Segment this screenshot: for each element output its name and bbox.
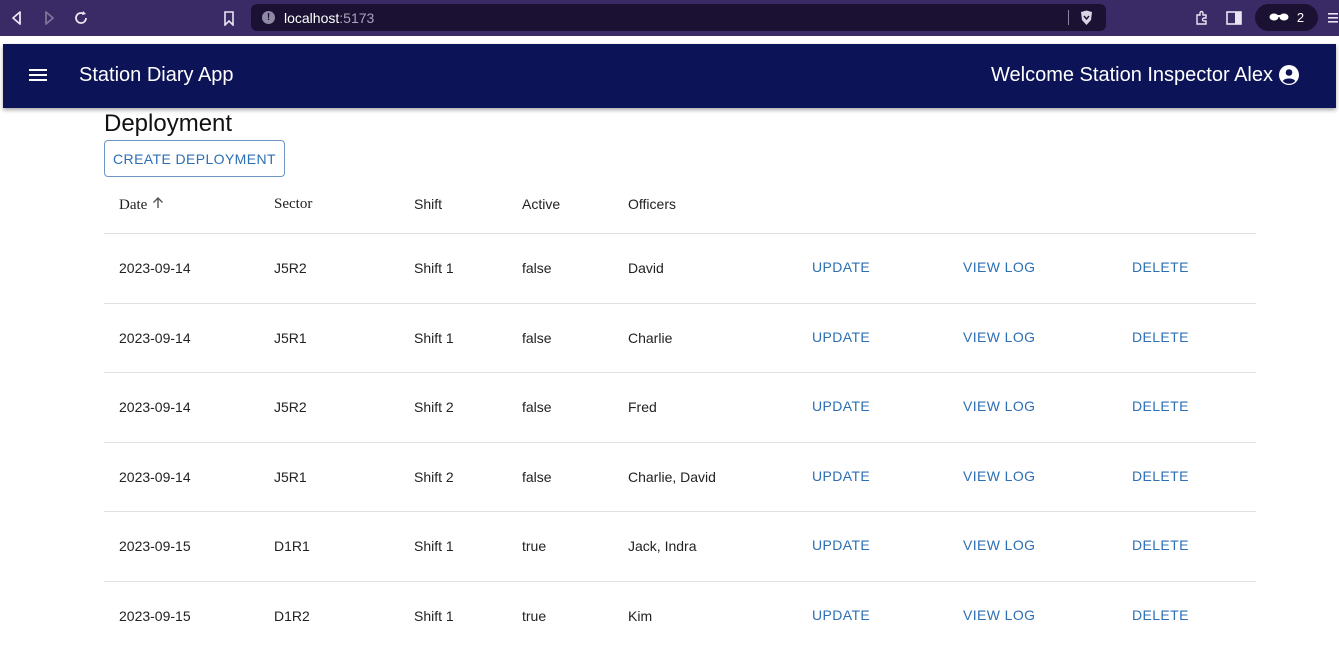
view-log-button[interactable]: VIEW LOG [963, 468, 1035, 484]
table-row: 2023-09-15 D1R1 Shift 1 true Jack, Indra… [104, 512, 1256, 582]
table-header: Date Sector Shift Active Officers [104, 170, 1256, 234]
cell-officers: David [628, 260, 664, 276]
url-port: :5173 [339, 9, 375, 26]
view-log-button[interactable]: VIEW LOG [963, 398, 1035, 414]
cell-shift: Shift 1 [414, 260, 454, 276]
cell-officers: Fred [628, 399, 657, 416]
profile-pill[interactable]: 2 [1255, 4, 1318, 31]
cell-date: 2023-09-14 [119, 399, 191, 416]
table-row: 2023-09-14 J5R1 Shift 2 false Charlie, D… [104, 443, 1256, 513]
update-button[interactable]: UPDATE [812, 537, 870, 553]
delete-button[interactable]: DELETE [1132, 607, 1189, 623]
cell-officers: Charlie, David [628, 468, 716, 485]
sidebar-icon[interactable] [1224, 8, 1244, 28]
cell-date: 2023-09-15 [119, 607, 191, 624]
delete-button[interactable]: DELETE [1132, 468, 1189, 484]
cell-shift: Shift 1 [414, 538, 454, 555]
delete-button[interactable]: DELETE [1132, 259, 1189, 275]
address-bar[interactable]: ! localhost:5173 [251, 4, 1106, 31]
cell-shift: Shift 2 [414, 399, 454, 416]
cell-sector: J5R1 [274, 468, 307, 485]
cell-shift: Shift 1 [414, 607, 454, 624]
url-divider [1068, 10, 1069, 25]
view-log-button[interactable]: VIEW LOG [963, 259, 1035, 275]
update-button[interactable]: UPDATE [812, 468, 870, 484]
bookmark-icon[interactable] [219, 8, 239, 28]
view-log-button[interactable]: VIEW LOG [963, 329, 1035, 345]
table-row: 2023-09-15 D1R2 Shift 1 true Kim UPDATE … [104, 582, 1256, 652]
column-header-active[interactable]: Active [522, 196, 560, 212]
cell-sector: J5R1 [274, 329, 307, 346]
delete-button[interactable]: DELETE [1132, 537, 1189, 553]
column-header-shift[interactable]: Shift [414, 196, 442, 212]
cell-officers: Kim [628, 607, 653, 624]
browser-toolbar: ! localhost:5173 2 [0, 0, 1339, 36]
incognito-icon [1269, 10, 1289, 25]
cell-date: 2023-09-14 [119, 260, 191, 276]
cell-shift: Shift 2 [414, 468, 454, 485]
cell-sector: D1R1 [274, 538, 310, 555]
app-bar: Station Diary App Welcome Station Inspec… [3, 44, 1336, 108]
cell-sector: D1R2 [274, 607, 310, 624]
update-button[interactable]: UPDATE [812, 398, 870, 414]
url-host: localhost [284, 9, 340, 26]
cell-date: 2023-09-14 [119, 329, 191, 346]
column-header-date[interactable]: Date [119, 196, 165, 215]
welcome-message: Welcome Station Inspector Alex [991, 64, 1273, 86]
page-top-gap [0, 36, 1339, 44]
app-title: Station Diary App [79, 64, 234, 86]
info-icon[interactable]: ! [262, 11, 275, 24]
cell-active: true [522, 607, 547, 624]
page-title: Deployment [104, 110, 233, 137]
cell-date: 2023-09-14 [119, 468, 191, 485]
sort-arrow-up-icon[interactable] [151, 196, 165, 215]
table-row: 2023-09-14 J5R2 Shift 1 false David UPDA… [104, 234, 1256, 304]
cell-date: 2023-09-15 [119, 538, 191, 555]
hamburger-menu-icon[interactable] [29, 66, 49, 84]
delete-button[interactable]: DELETE [1132, 329, 1189, 345]
column-header-sector[interactable]: Sector [274, 196, 312, 213]
cell-shift: Shift 1 [414, 329, 454, 346]
cell-active: false [522, 399, 552, 416]
reload-icon[interactable] [71, 8, 91, 28]
delete-button[interactable]: DELETE [1132, 398, 1189, 414]
account-circle-icon[interactable] [1278, 64, 1302, 88]
cell-officers: Jack, Indra [628, 538, 697, 555]
update-button[interactable]: UPDATE [812, 259, 870, 275]
cell-sector: J5R2 [274, 260, 307, 276]
back-icon[interactable] [7, 8, 27, 28]
cell-active: false [522, 260, 552, 276]
column-header-date-label: Date [119, 197, 148, 213]
extensions-icon[interactable] [1192, 8, 1212, 28]
view-log-button[interactable]: VIEW LOG [963, 537, 1035, 553]
cell-active: false [522, 329, 552, 346]
view-log-button[interactable]: VIEW LOG [963, 607, 1035, 623]
browser-menu-icon[interactable] [1327, 8, 1339, 28]
update-button[interactable]: UPDATE [812, 607, 870, 623]
cell-active: false [522, 468, 552, 485]
cell-active: true [522, 538, 547, 555]
profile-count: 2 [1296, 10, 1305, 25]
cell-sector: J5R2 [274, 399, 307, 416]
table-row: 2023-09-14 J5R2 Shift 2 false Fred UPDAT… [104, 373, 1256, 443]
deployment-table: Date Sector Shift Active Officers 2023-0… [104, 170, 1256, 652]
forward-icon[interactable] [39, 8, 59, 28]
update-button[interactable]: UPDATE [812, 329, 870, 345]
column-header-officers[interactable]: Officers [628, 196, 676, 212]
table-row: 2023-09-14 J5R1 Shift 1 false Charlie UP… [104, 304, 1256, 374]
cell-officers: Charlie [628, 329, 673, 346]
brave-shield-icon[interactable] [1079, 10, 1094, 31]
